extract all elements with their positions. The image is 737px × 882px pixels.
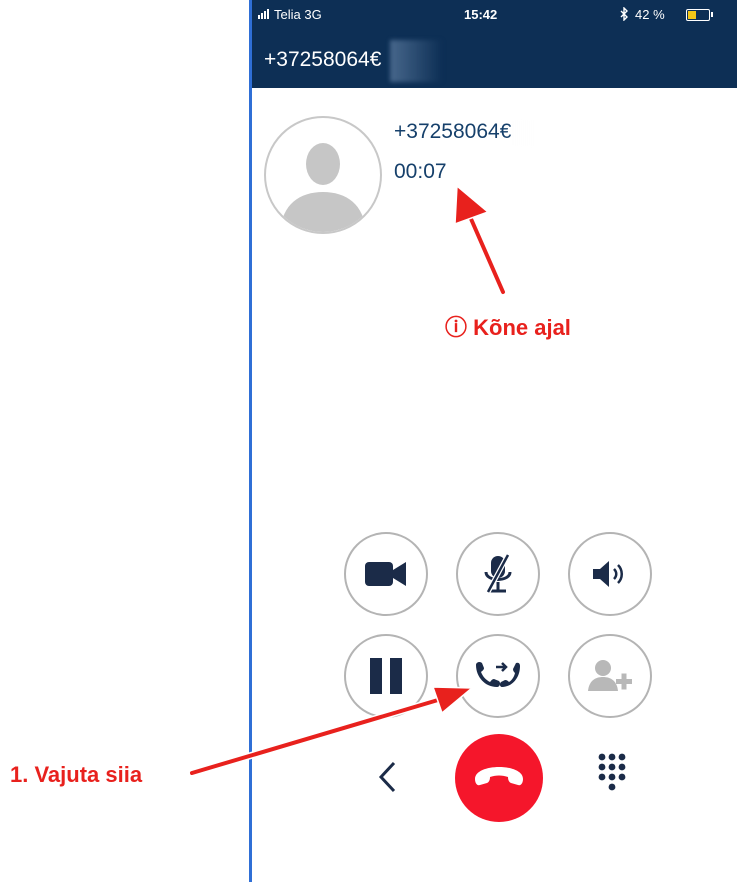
redaction-blur [390, 40, 442, 82]
signal-strength-icon [258, 9, 269, 19]
battery-icon [686, 9, 710, 21]
back-button[interactable] [376, 760, 398, 799]
pause-icon [370, 658, 402, 694]
battery-tip [711, 12, 713, 17]
video-button[interactable] [344, 532, 428, 616]
avatar [264, 116, 382, 234]
header-title: +37258064€ [264, 48, 382, 71]
speaker-icon [593, 561, 623, 587]
phone-screen: Telia 3G 15:42 42 % +37258064€ +37258064… [252, 0, 737, 882]
annotation-during-call: ⓘ Kõne ajal [445, 315, 571, 340]
dialpad-button[interactable] [597, 752, 627, 797]
back-chevron-icon [378, 761, 396, 793]
status-time: 15:42 [464, 7, 498, 22]
hang-up-icon [475, 767, 523, 786]
battery-fill [688, 11, 696, 19]
call-duration: 00:07 [394, 160, 447, 183]
call-transfer-icon [476, 661, 520, 687]
transfer-call-button[interactable] [456, 634, 540, 718]
dialpad-icon [598, 753, 626, 791]
person-silhouette-icon [280, 143, 366, 232]
microphone-muted-icon [484, 553, 512, 594]
redaction-blur [510, 118, 534, 148]
bluetooth-icon [619, 6, 629, 24]
call-header: +37258064€ [252, 30, 737, 88]
caller-number: +37258064€ [394, 120, 512, 143]
mute-button[interactable] [456, 532, 540, 616]
hold-button[interactable] [344, 634, 428, 718]
hang-up-button[interactable] [455, 734, 543, 822]
battery-percent: 42 % [635, 7, 665, 22]
speaker-button[interactable] [568, 532, 652, 616]
annotation-step-1: 1. Vajuta siia [10, 762, 143, 787]
video-camera-icon [365, 562, 406, 586]
add-participant-button[interactable] [568, 634, 652, 718]
add-participant-icon [588, 660, 632, 691]
status-bar: Telia 3G 15:42 42 % [252, 0, 737, 30]
carrier-label: Telia 3G [274, 7, 322, 22]
